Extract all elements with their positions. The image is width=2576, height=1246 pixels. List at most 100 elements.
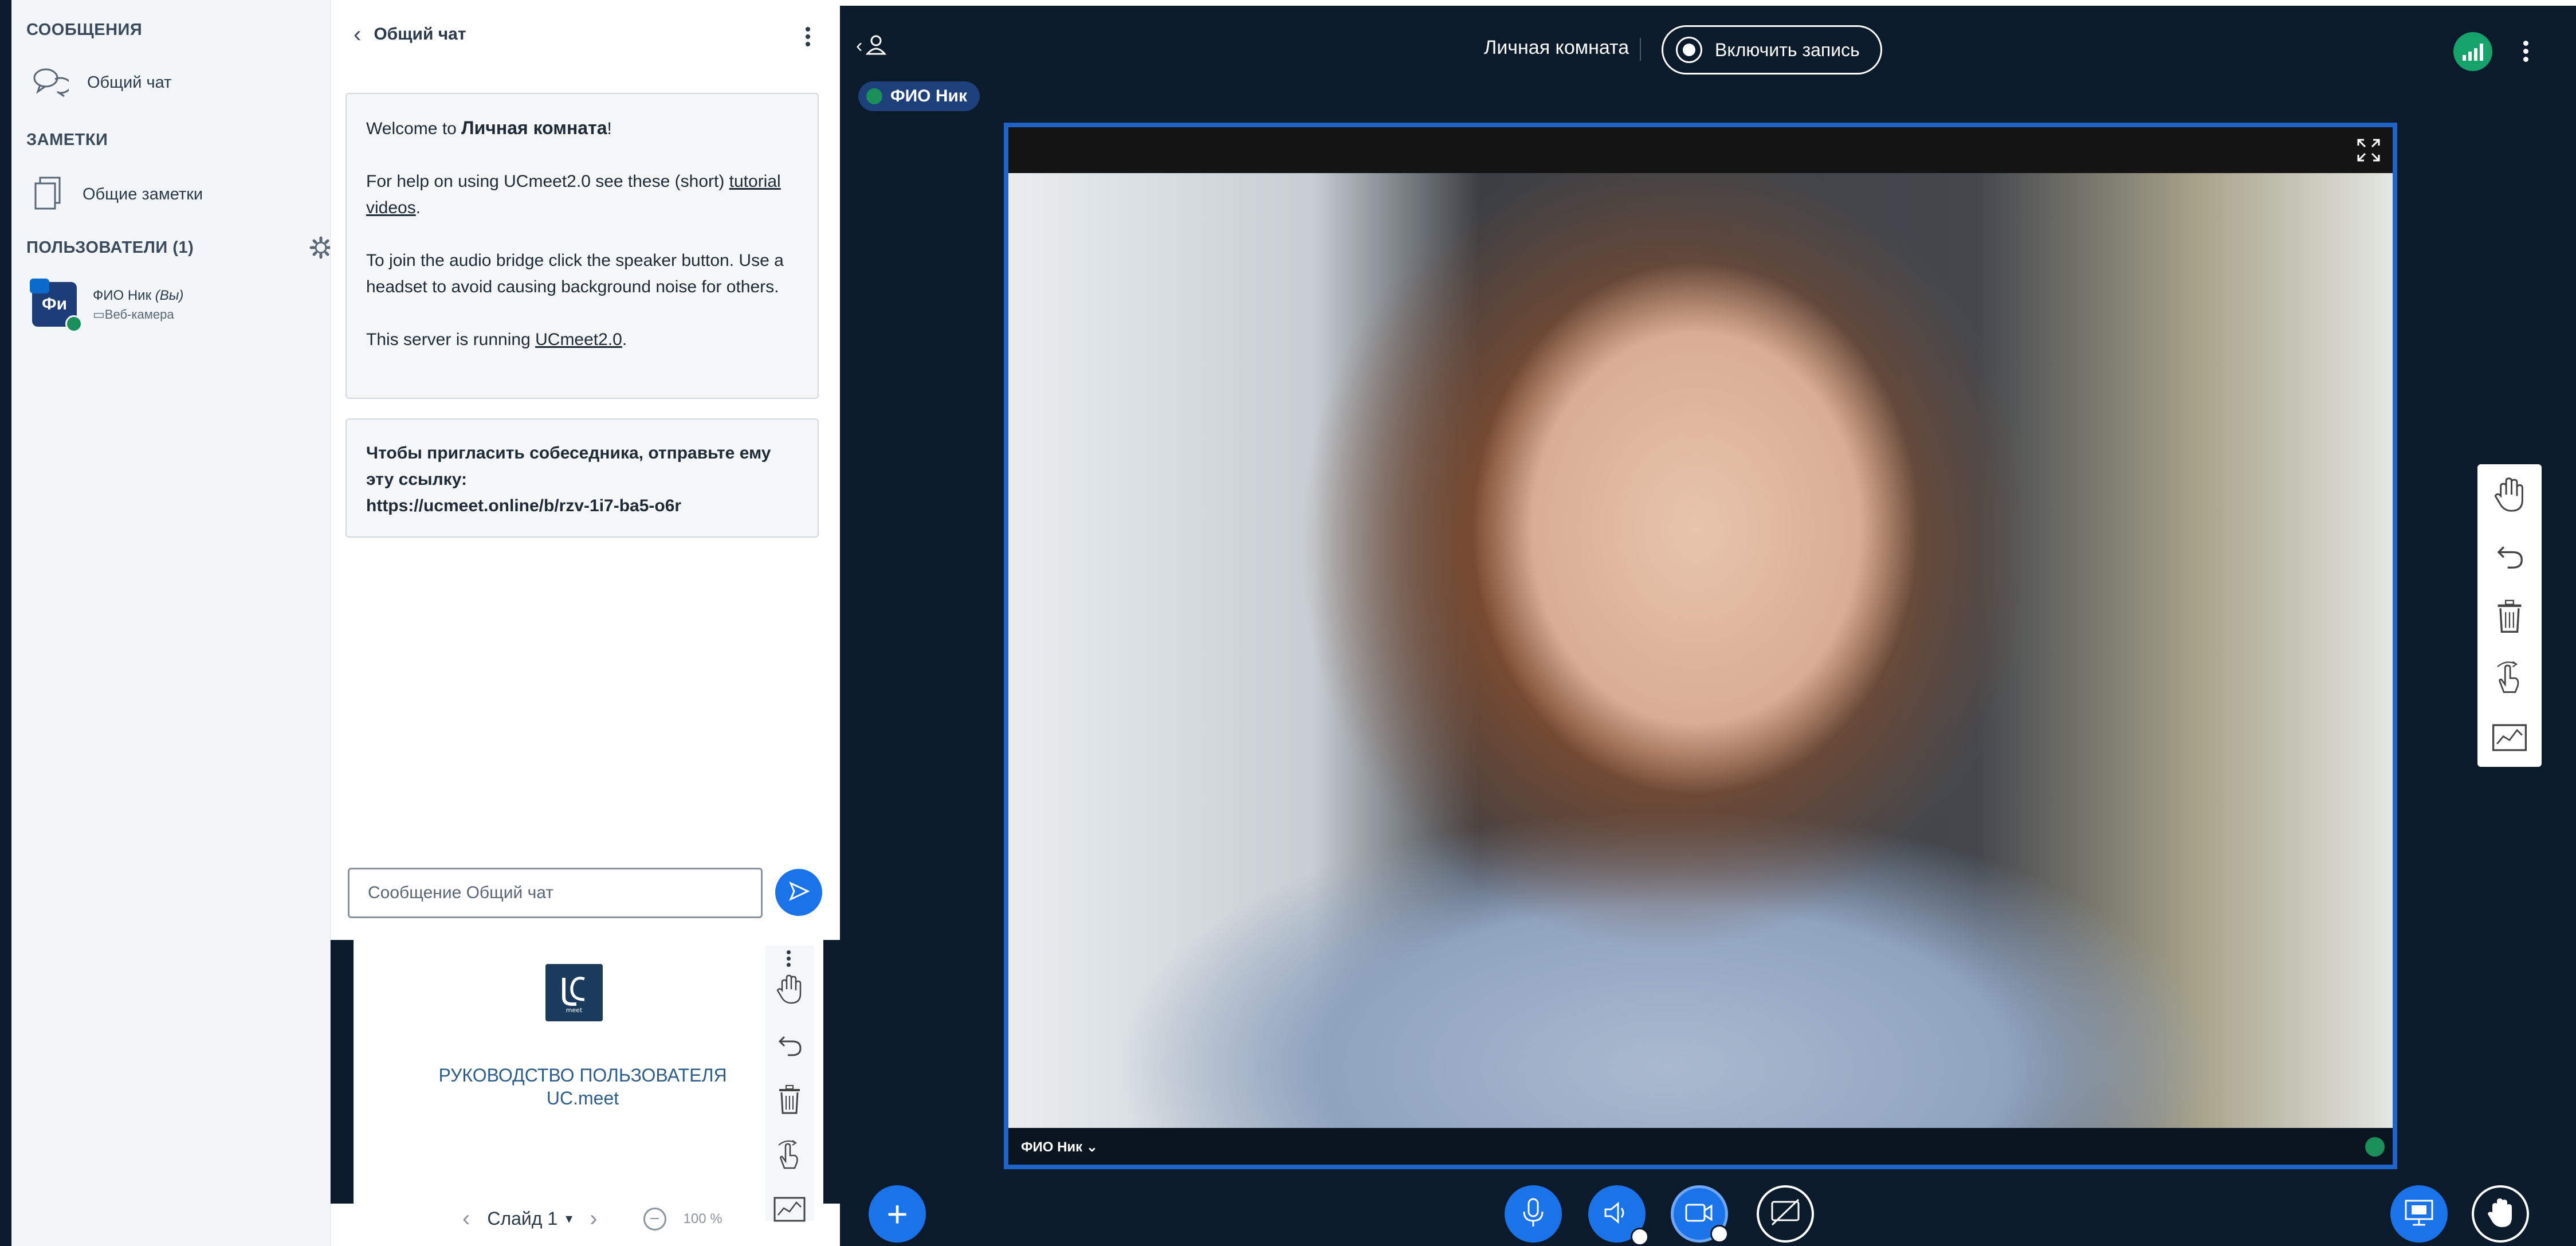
microphone-button[interactable]: [1505, 1185, 1562, 1243]
svg-text:meet: meet: [566, 1006, 583, 1014]
welcome-line: Welcome to Личная комната!: [366, 115, 798, 142]
server-suffix: .: [622, 330, 627, 349]
sidebar-item-shared-notes[interactable]: Общие заметки: [32, 175, 203, 214]
raise-hand-button[interactable]: [2472, 1185, 2529, 1243]
chevron-left-icon: ‹: [856, 35, 863, 57]
chat-input-placeholder: Сообщение Общий чат: [368, 883, 554, 902]
connection-status-icon[interactable]: [2453, 32, 2492, 71]
send-button[interactable]: [775, 869, 822, 916]
options-kebab-icon[interactable]: [2523, 38, 2528, 65]
gear-icon[interactable]: [309, 236, 332, 259]
user-status-text: Веб-камера: [104, 307, 174, 322]
webcam-video[interactable]: ФИО Ник ⌄: [1004, 123, 2397, 1169]
undo-icon[interactable]: [765, 1017, 814, 1072]
uc-meet-logo: meet: [545, 964, 603, 1021]
sidebar: СООБЩЕНИЯ Общий чат ЗАМЕТКИ Общие заметк…: [0, 0, 332, 1246]
presentation-area: meet РУКОВОДСТВО ПОЛЬЗОВАТЕЛЯ UC.meet: [331, 940, 841, 1204]
video-camera-icon: [1685, 1202, 1714, 1226]
toggle-user-list-button[interactable]: ‹: [856, 33, 888, 59]
chevron-down-icon[interactable]: ▾: [566, 1210, 572, 1227]
messages-section-title: СООБЩЕНИЯ: [26, 21, 143, 39]
chat-message-input[interactable]: Сообщение Общий чат: [348, 868, 763, 918]
presentation-options-kebab-icon[interactable]: [787, 948, 791, 969]
actions-plus-button[interactable]: +: [869, 1185, 926, 1243]
presentation-toggle-button[interactable]: [2390, 1185, 2448, 1243]
help-suffix: .: [415, 198, 421, 217]
invite-url[interactable]: https://ucmeet.online/b/rzv-1i7-ba5-o6r: [366, 493, 798, 519]
video-user-name-tag[interactable]: ФИО Ник ⌄: [1021, 1139, 1098, 1155]
next-slide-icon[interactable]: ›: [590, 1206, 597, 1232]
chat-title: Общий чат: [374, 25, 466, 44]
microphone-status-icon: [65, 315, 83, 332]
record-button-label: Включить запись: [1715, 39, 1860, 60]
trash-icon[interactable]: [765, 1072, 814, 1127]
webcam-small-icon: ▭: [93, 307, 105, 322]
videos-link[interactable]: videos: [366, 198, 416, 217]
zoom-out-icon[interactable]: −: [643, 1207, 666, 1231]
user-list-item[interactable]: Фи ФИО Ник (Вы) ▭Веб-камера: [30, 279, 183, 332]
welcome-room-name: Личная комната: [461, 117, 607, 138]
raise-hand-icon: [2486, 1197, 2515, 1232]
send-icon: [787, 880, 810, 906]
whiteboard-toolbar: [2477, 464, 2542, 767]
chat-options-kebab-icon[interactable]: [806, 24, 810, 49]
hand-icon[interactable]: [2477, 464, 2542, 525]
undo-icon[interactable]: [2477, 525, 2542, 586]
user-icon: [865, 33, 888, 59]
avatar-initials: Фи: [41, 295, 68, 314]
notes-section-title: ЗАМЕТКИ: [26, 131, 108, 149]
video-feed-image: [1008, 173, 2393, 1128]
welcome-message: Welcome to Личная комната! For help on u…: [345, 93, 819, 399]
presentation-icon: [2404, 1198, 2434, 1230]
record-icon: [1676, 37, 1702, 63]
microphone-icon: [1521, 1198, 1546, 1231]
user-status: ▭Веб-камера: [93, 307, 183, 322]
hand-icon[interactable]: [765, 962, 814, 1017]
microphone-active-icon: [2365, 1137, 2385, 1157]
user-you-suffix: (Вы): [155, 288, 184, 303]
sidebar-item-public-chat[interactable]: Общий чат: [32, 65, 171, 100]
webcam-settings-chevron-icon[interactable]: [1710, 1225, 1729, 1243]
invite-message: Чтобы пригласить собеседника, отправьте …: [345, 418, 819, 538]
chat-panel: ‹ Общий чат Welcome to Личная комната! F…: [330, 0, 841, 1246]
whiteboard-icon[interactable]: [765, 1182, 814, 1237]
speaker-icon: [1603, 1200, 1631, 1228]
record-button[interactable]: Включить запись: [1662, 25, 1882, 75]
screen-share-off-icon: [1770, 1198, 1801, 1230]
trash-icon[interactable]: [2477, 586, 2542, 646]
slide-selector[interactable]: Слайд 1: [487, 1208, 557, 1229]
user-name-text: ФИО Ник: [93, 288, 152, 303]
audio-settings-chevron-icon[interactable]: [1631, 1228, 1649, 1246]
tutorial-link[interactable]: tutorial: [729, 172, 781, 191]
presentation-subtitle: UC.meet: [546, 1088, 619, 1108]
users-section-title: ПОЛЬЗОВАТЕЛИ (1): [26, 238, 194, 257]
audio-speaker-button[interactable]: [1588, 1185, 1649, 1246]
title-divider: [1640, 38, 1641, 61]
audio-info: To join the audio bridge click the speak…: [366, 251, 784, 296]
fullscreen-icon[interactable]: [2356, 138, 2381, 166]
help-prefix: For help on using UCmeet2.0 see these (s…: [366, 172, 729, 191]
multi-user-pointer-icon[interactable]: [765, 1127, 814, 1182]
talking-user-name: ФИО Ник: [890, 87, 967, 105]
back-chevron-icon[interactable]: ‹: [354, 23, 361, 46]
server-link[interactable]: UCmeet2.0: [535, 330, 622, 349]
previous-slide-icon[interactable]: ‹: [462, 1206, 470, 1232]
video-top-bar: [1008, 127, 2393, 173]
chat-header: ‹ Общий чат: [354, 23, 466, 46]
chat-bubbles-icon: [32, 65, 72, 100]
multi-user-pointer-icon[interactable]: [2477, 646, 2542, 707]
welcome-prefix: Welcome to: [366, 119, 462, 138]
screen-share-button[interactable]: [1757, 1185, 1814, 1243]
microphone-icon: [866, 88, 882, 104]
user-name: ФИО Ник (Вы): [93, 288, 183, 304]
help-line: For help on using UCmeet2.0 see these (s…: [366, 169, 798, 221]
webcam-badge-icon: [30, 279, 49, 293]
plus-icon: +: [886, 1193, 908, 1235]
notes-icon: [32, 175, 64, 214]
sidebar-item-label: Общий чат: [87, 73, 172, 92]
welcome-suffix: !: [607, 119, 612, 138]
talking-indicator: ФИО Ник: [858, 81, 980, 111]
invite-text: Чтобы пригласить собеседника, отправьте …: [366, 444, 771, 489]
whiteboard-icon[interactable]: [2477, 707, 2542, 768]
webcam-button[interactable]: [1671, 1185, 1729, 1243]
